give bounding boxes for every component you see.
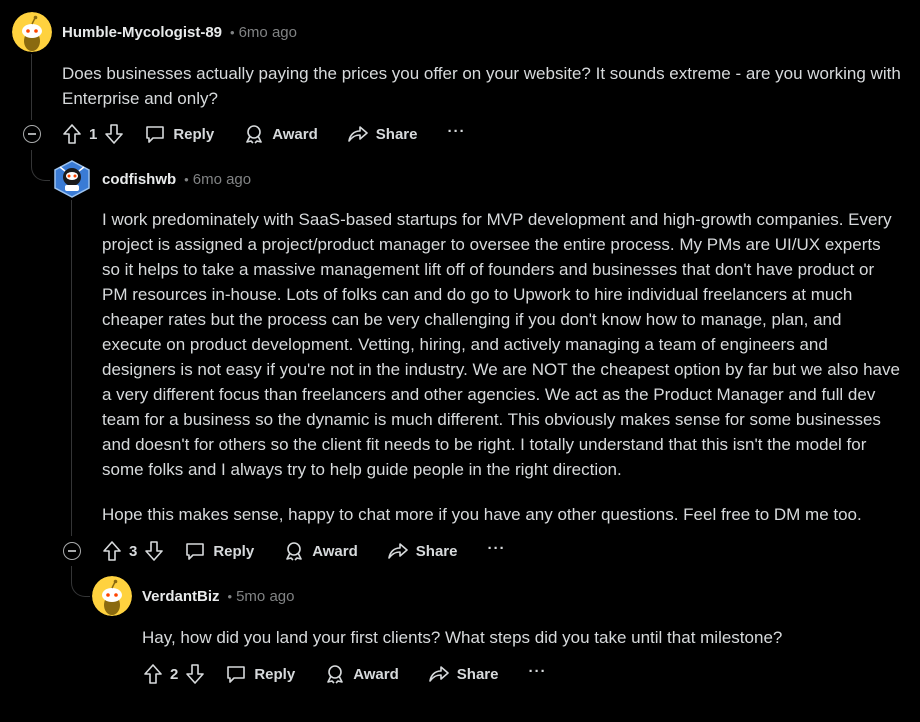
comment-header: Humble-Mycologist-89 • 6mo ago: [12, 12, 297, 52]
user-avatar-icon: [54, 160, 90, 198]
downvote-arrow-icon: [145, 541, 164, 561]
comment-body: Hay, how did you land your first clients…: [142, 625, 902, 662]
avatar[interactable]: [92, 576, 132, 616]
award-button[interactable]: Award: [244, 124, 318, 144]
comment-header: VerdantBiz • 5mo ago: [92, 576, 294, 616]
upvote-arrow-icon: [144, 664, 162, 684]
reply-button[interactable]: Reply: [145, 125, 214, 143]
vote-control: 3: [101, 540, 165, 562]
avatar[interactable]: [52, 159, 92, 199]
comment-body: I work predominately with SaaS-based sta…: [102, 207, 902, 539]
share-button[interactable]: Share: [347, 125, 418, 143]
upvote-arrow-icon: [103, 541, 121, 561]
comment-action-bar: 2 Reply Award Share ···: [142, 659, 546, 689]
reply-label: Reply: [254, 665, 296, 683]
comment-action-bar: 3 Reply Award Share ···: [63, 536, 505, 566]
vote-control: 2: [142, 663, 206, 685]
username[interactable]: Humble-Mycologist-89: [62, 24, 222, 41]
award-icon: [246, 125, 263, 144]
comment-bubble-icon: [186, 543, 205, 560]
more-options-button[interactable]: ···: [447, 123, 465, 146]
vote-count: 1: [89, 125, 98, 143]
reply-button[interactable]: Reply: [226, 665, 295, 683]
timestamp[interactable]: 6mo ago: [239, 24, 297, 41]
comment-paragraph: Does businesses actually paying the pric…: [62, 64, 901, 108]
downvote-arrow-icon: [105, 124, 124, 144]
award-icon: [286, 542, 303, 561]
upvote-button[interactable]: [142, 663, 164, 685]
award-label: Award: [312, 542, 358, 560]
reply-label: Reply: [173, 125, 215, 143]
comment-action-bar: 1 Reply Award Share ···: [23, 119, 465, 149]
downvote-button[interactable]: [103, 123, 125, 145]
vote-count: 3: [129, 542, 138, 560]
award-button[interactable]: Award: [284, 541, 358, 561]
comment-paragraph: I work predominately with SaaS-based sta…: [102, 210, 900, 479]
timestamp[interactable]: 5mo ago: [236, 588, 294, 605]
reply-label: Reply: [213, 542, 255, 560]
award-label: Award: [353, 665, 399, 683]
share-label: Share: [456, 665, 499, 683]
username[interactable]: codfishwb: [102, 171, 176, 188]
share-label: Share: [375, 125, 418, 143]
separator-dot: •: [184, 171, 189, 187]
snoo-avatar-icon: [12, 12, 52, 52]
share-arrow-icon: [387, 543, 408, 559]
comment-paragraph: Hay, how did you land your first clients…: [142, 628, 783, 647]
more-options-button[interactable]: ···: [528, 663, 546, 686]
collapse-thread-button[interactable]: [23, 125, 41, 143]
comment-body: Does businesses actually paying the pric…: [62, 61, 902, 123]
timestamp[interactable]: 6mo ago: [193, 171, 251, 188]
downvote-button[interactable]: [184, 663, 206, 685]
thread-connector: [71, 574, 90, 597]
thread-connector: [31, 158, 50, 181]
award-label: Award: [272, 125, 318, 143]
upvote-arrow-icon: [63, 124, 81, 144]
avatar[interactable]: [12, 12, 52, 52]
downvote-button[interactable]: [143, 540, 165, 562]
comment-bubble-icon: [146, 126, 165, 143]
separator-dot: •: [227, 588, 233, 604]
username[interactable]: VerdantBiz: [142, 588, 220, 605]
thread-line: [71, 200, 72, 536]
snoo-avatar-icon: [92, 576, 132, 616]
share-button[interactable]: Share: [387, 542, 458, 560]
comment-bubble-icon: [227, 666, 246, 683]
upvote-button[interactable]: [61, 123, 83, 145]
upvote-button[interactable]: [101, 540, 123, 562]
more-options-button[interactable]: ···: [487, 540, 505, 563]
award-icon: [327, 665, 344, 684]
share-button[interactable]: Share: [428, 665, 499, 683]
share-arrow-icon: [428, 666, 449, 682]
share-label: Share: [415, 542, 458, 560]
vote-count: 2: [170, 665, 179, 683]
downvote-arrow-icon: [186, 664, 205, 684]
comment-header: codfishwb • 6mo ago: [52, 159, 251, 199]
collapse-thread-button[interactable]: [63, 542, 81, 560]
separator-dot: •: [230, 24, 235, 40]
thread-line: [31, 54, 32, 120]
award-button[interactable]: Award: [325, 664, 399, 684]
comment-paragraph: Hope this makes sense, happy to chat mor…: [102, 505, 862, 524]
vote-control: 1: [61, 123, 125, 145]
share-arrow-icon: [347, 126, 368, 142]
reply-button[interactable]: Reply: [185, 542, 254, 560]
